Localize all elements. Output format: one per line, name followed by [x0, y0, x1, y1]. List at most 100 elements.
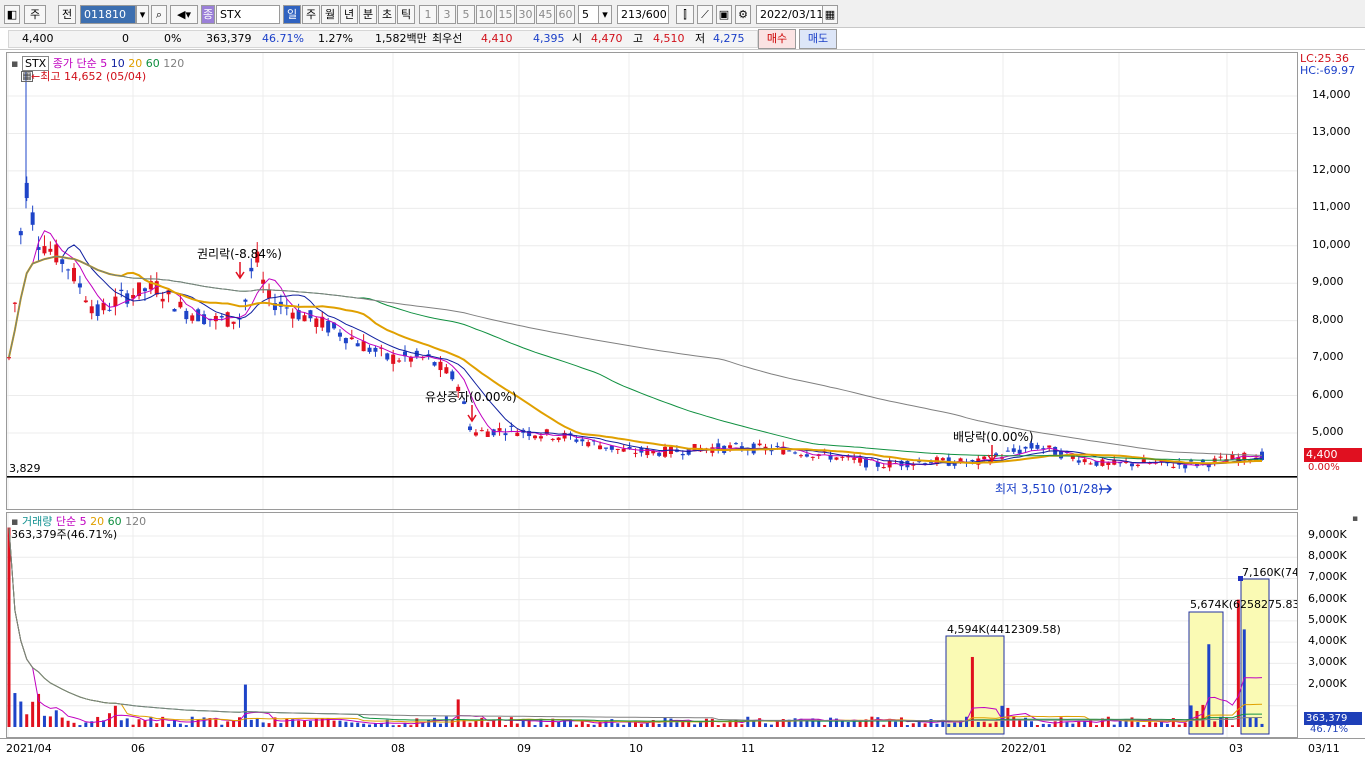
volume-legend-ma120[interactable]: 120 [125, 515, 146, 528]
x-axis[interactable]: 2021/04 06 07 08 09 10 11 12 2022/01 02 03 03/11 [0, 738, 1365, 760]
count-field[interactable]: 213/600 [617, 5, 669, 24]
price-axis[interactable]: LC:25.36 HC:-69.97 14,000 13,000 12,000 11,… [1298, 52, 1365, 510]
date-input[interactable]: 2022/03/11 [756, 5, 824, 24]
price-tick: 8,000 [1312, 312, 1344, 326]
search-icon[interactable]: ⌕ [151, 5, 167, 24]
volume-bar [947, 723, 951, 727]
volume-bar [7, 527, 11, 727]
candle-body [1082, 459, 1087, 463]
period-tab-4[interactable]: 분 [359, 5, 377, 24]
volume-bar [764, 723, 768, 727]
interval-tab-30[interactable]: 30 [516, 5, 535, 24]
period-tab-1[interactable]: 주 [302, 5, 320, 24]
volume-callout-1: 5,674K(6258275.83) [1190, 598, 1297, 611]
volume-bar [1248, 717, 1252, 727]
volume-bar [1041, 723, 1045, 727]
volume-chart-panel[interactable]: 4,594K(4412309.58) 5,674K(6258275.83) 7,16… [6, 512, 1304, 738]
volume-tick: 2,000K [1308, 676, 1347, 690]
calendar-icon[interactable]: ▦ [822, 5, 838, 24]
candle-body [391, 354, 396, 364]
save-icon[interactable]: ▣ [716, 5, 732, 24]
price-chart-canvas[interactable]: 3,829 권리락(-8.84%) 유상증자(0.00%) 배당락(0.00%) 최저 … [7, 53, 1297, 509]
event-arrow-0 [235, 262, 245, 280]
period-tab-0[interactable]: 일 [283, 5, 301, 24]
volume-chart-canvas[interactable]: 4,594K(4412309.58) 5,674K(6258275.83) 7,16… [7, 513, 1304, 737]
interval-tab-10[interactable]: 10 [476, 5, 495, 24]
interval-tab-15[interactable]: 15 [496, 5, 515, 24]
volume-bar [622, 724, 626, 727]
volume-bar [1219, 716, 1223, 727]
window-icon[interactable]: ◧ [4, 5, 20, 24]
volume-bar [722, 723, 726, 727]
candle-body [438, 361, 443, 371]
candle-body [326, 321, 331, 333]
candle-body [267, 289, 272, 299]
volume-bar [592, 724, 596, 727]
interval-dropdown-icon[interactable]: ▾ [598, 5, 612, 24]
volume-value: 363,379 [206, 32, 252, 45]
candle-settings-icon[interactable]: ⫿ [676, 5, 694, 24]
volume-callout-2: 7,160K(74 [1242, 566, 1297, 579]
volume-bar [167, 723, 171, 727]
volume-bar [31, 701, 35, 727]
buy-button[interactable]: 매수 [758, 29, 796, 49]
legend-settings-icon[interactable]: ▪ [11, 57, 18, 70]
volume-bar [1142, 724, 1146, 727]
volume-highlight-box-0 [945, 635, 1005, 735]
speaker-icon[interactable]: ◀▾ [170, 5, 198, 24]
period-tab-6[interactable]: 틱 [397, 5, 415, 24]
volume-bar [574, 724, 578, 727]
legend-ma120[interactable]: 120 [163, 57, 184, 70]
stock-code-input[interactable]: 011810 [80, 5, 136, 24]
volume-marker [1238, 576, 1243, 581]
interval-tab-5[interactable]: 5 [457, 5, 475, 24]
candle-body [586, 442, 591, 447]
interval-tab-3[interactable]: 3 [438, 5, 456, 24]
candle-body [580, 439, 585, 442]
volume-bar [19, 701, 23, 727]
x-axis-label: 2021/04 [6, 742, 52, 755]
volume-bar [1230, 725, 1234, 727]
volume-bar [1254, 717, 1258, 727]
volume-bar [976, 721, 980, 727]
volume-bar [25, 714, 29, 727]
panel-collapse-icon[interactable]: ▪ [1352, 514, 1358, 524]
volume-bar [1012, 716, 1016, 727]
volume-bar [805, 720, 809, 727]
interval-tab-1[interactable]: 1 [419, 5, 437, 24]
period-tab-2[interactable]: 월 [321, 5, 339, 24]
prev-button[interactable]: 전 [58, 5, 76, 24]
volume-bar [994, 721, 998, 727]
draw-tool-icon[interactable]: ⟋ [697, 5, 713, 24]
volume-axis[interactable]: ▪ 9,000K 8,000K 7,000K 6,000K 5,000K 4,000K 3,… [1298, 512, 1365, 738]
volume-bar [1154, 722, 1158, 727]
gear-icon[interactable]: ⚙ [735, 5, 751, 24]
legend-ma60[interactable]: 60 [146, 57, 160, 70]
volume-bar [243, 684, 247, 727]
period-tab-3[interactable]: 년 [340, 5, 358, 24]
candle-body [290, 312, 295, 319]
volume-bar [911, 723, 915, 727]
volume-ma-20 [8, 527, 1263, 723]
volume-bar [793, 718, 797, 727]
volume-bar [373, 723, 377, 727]
code-dropdown-icon[interactable]: ▾ [136, 5, 149, 24]
period-tab-5[interactable]: 초 [378, 5, 396, 24]
current-volume-pct: 46.71% [1310, 724, 1349, 735]
candle-body [550, 438, 555, 440]
volume-bar [923, 723, 927, 727]
trade-amount: 1,582백만 [375, 32, 427, 45]
period-type-button[interactable]: 주 [24, 5, 46, 24]
candle-body [804, 454, 809, 457]
interval-tab-60[interactable]: 60 [556, 5, 575, 24]
price-chart-panel[interactable]: 3,829 권리락(-8.84%) 유상증자(0.00%) 배당락(0.00%) 최저 … [6, 52, 1298, 510]
sell-button[interactable]: 매도 [799, 29, 837, 49]
volume-bar [823, 725, 827, 727]
volume-bar [155, 723, 159, 727]
low-label: 저 [695, 32, 706, 45]
candle-body [1088, 463, 1093, 465]
interval-tab-45[interactable]: 45 [536, 5, 555, 24]
volume-bar [935, 723, 939, 727]
candle-body [373, 347, 378, 352]
volume-bar [149, 716, 153, 727]
